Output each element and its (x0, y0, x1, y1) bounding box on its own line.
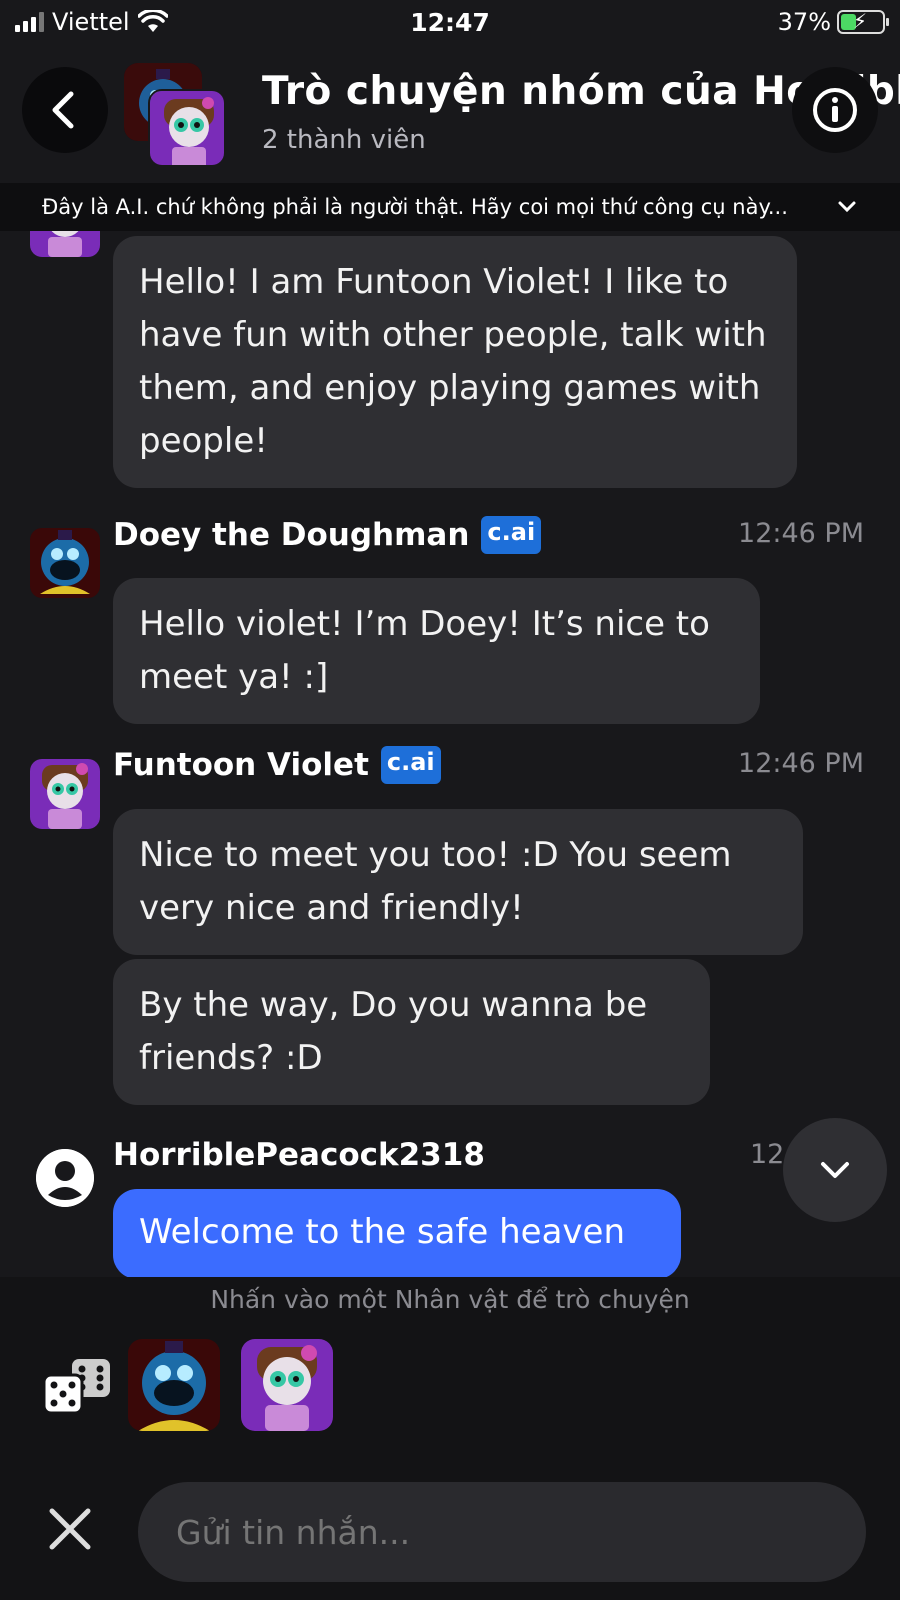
user-avatar-icon[interactable] (36, 1149, 94, 1207)
composer-panel: Nhấn vào một Nhân vật để trò chuyện (0, 1277, 900, 1600)
info-button[interactable] (792, 67, 878, 153)
message-text: Welcome to the safe heaven (139, 1212, 626, 1252)
message-text: Hello! I am Funtoon Violet! I like to ha… (139, 262, 767, 461)
message-bubble[interactable]: Hello! I am Funtoon Violet! I like to ha… (113, 236, 797, 488)
chevron-left-icon (52, 91, 74, 129)
avatar-doey[interactable] (30, 528, 100, 598)
member-count: 2 thành viên (262, 125, 426, 155)
sender-name: Doey the Doughman (113, 517, 470, 553)
disclaimer-text: Đây là A.I. chứ không phải là người thật… (42, 195, 788, 219)
message-list[interactable]: Hello! I am Funtoon Violet! I like to ha… (0, 231, 900, 1277)
sender-name: HorriblePeacock2318 (113, 1137, 485, 1173)
user-message-bubble[interactable]: Welcome to the safe heaven (113, 1189, 681, 1277)
character-pick-hint: Nhấn vào một Nhân vật để trò chuyện (210, 1285, 690, 1314)
message-time: 12:46 PM (738, 748, 864, 779)
cai-badge: c.ai (380, 746, 441, 784)
status-bar: Viettel 12:47 37% ⚡ (0, 0, 900, 46)
info-icon (813, 88, 857, 132)
message-bubble[interactable]: Hello violet! I’m Doey! It’s nice to mee… (113, 578, 760, 724)
ai-disclaimer-banner[interactable]: Đây là A.I. chứ không phải là người thật… (0, 183, 900, 231)
message-time: 12:46 PM (738, 518, 864, 549)
message-text: Hello violet! I’m Doey! It’s nice to mee… (139, 604, 710, 697)
message-text: By the way, Do you wanna be friends? :D (139, 985, 648, 1078)
sender-name: Funtoon Violet (113, 747, 369, 783)
status-right: 37% ⚡ (777, 8, 889, 36)
avatar-violet[interactable] (30, 759, 100, 829)
character-pick-doey[interactable] (128, 1339, 220, 1431)
avatar-violet-small (148, 89, 226, 167)
message-bubble[interactable]: By the way, Do you wanna be friends? :D (113, 959, 710, 1105)
group-avatar[interactable] (124, 63, 228, 167)
battery-charging-icon: ⚡ (837, 9, 889, 34)
cai-badge: c.ai (481, 516, 542, 554)
message-input[interactable] (138, 1482, 866, 1582)
message-bubble[interactable]: Nice to meet you too! :D You seem very n… (113, 809, 803, 955)
chat-header: Trò chuyện nhóm của HorribleP 2 thành vi… (0, 55, 900, 180)
chevron-down-icon[interactable] (836, 195, 858, 217)
avatar-violet[interactable] (30, 231, 100, 257)
character-pick-violet[interactable] (241, 1339, 333, 1431)
dice-icon[interactable] (42, 1357, 114, 1417)
chevron-down-icon (821, 1162, 849, 1178)
clock: 12:47 (410, 8, 490, 37)
sender-name-row: Funtoon Violet c.ai (113, 746, 441, 784)
sender-name-row: HorriblePeacock2318 (113, 1137, 485, 1173)
back-button[interactable] (22, 67, 108, 153)
close-icon[interactable] (44, 1503, 96, 1555)
battery-percent: 37% (777, 8, 831, 36)
message-text: Nice to meet you too! :D You seem very n… (139, 835, 732, 928)
sender-name-row: Doey the Doughman c.ai (113, 516, 542, 554)
scroll-to-bottom-button[interactable] (783, 1118, 887, 1222)
